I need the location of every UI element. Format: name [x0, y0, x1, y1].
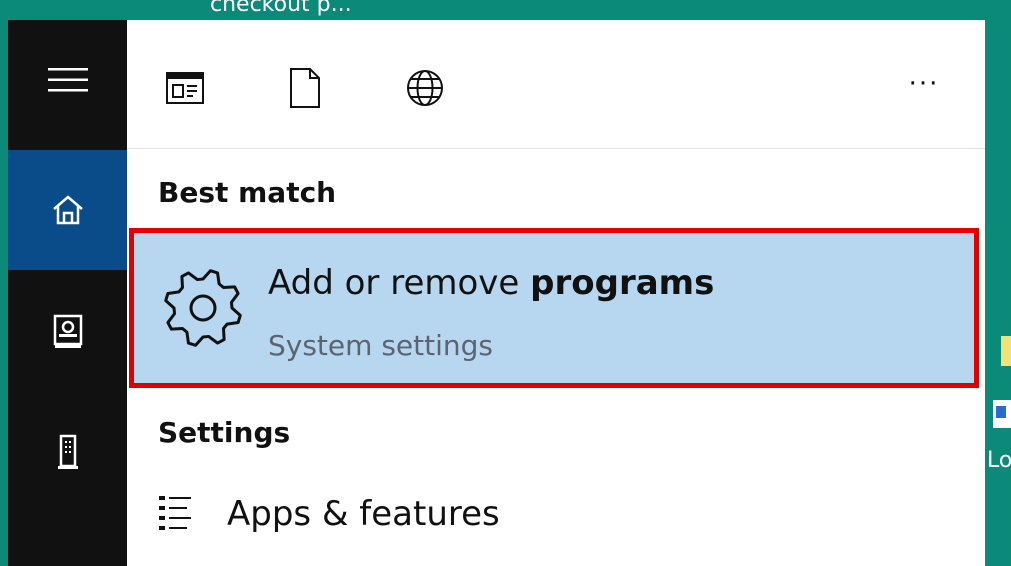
more-options-button[interactable]: ···: [899, 64, 949, 104]
tower-icon: [57, 434, 78, 469]
list-icon: [159, 496, 191, 530]
document-icon: [290, 68, 320, 108]
desktop-shortcut-icon[interactable]: [993, 400, 1011, 428]
search-nav-rail: [8, 20, 127, 566]
desktop-icon-label: Lo: [987, 448, 1011, 473]
nav-devices-button[interactable]: [8, 392, 127, 512]
nav-notebook-button[interactable]: [8, 272, 127, 392]
notebook-icon: [53, 314, 82, 348]
nav-menu-button[interactable]: [8, 20, 127, 140]
hamburger-icon: [47, 68, 88, 92]
filter-web-button[interactable]: [403, 66, 447, 110]
ellipsis-icon: ···: [908, 69, 940, 99]
gear-icon: [164, 269, 242, 347]
best-match-title-bold: programs: [530, 263, 715, 303]
filter-documents-button[interactable]: [283, 66, 327, 110]
desktop-top-strip: checkout p...: [0, 0, 1011, 20]
app-window-icon: [166, 72, 204, 104]
desktop-folder-icon: [1001, 336, 1011, 366]
settings-result-apps-features[interactable]: Apps & features: [127, 480, 985, 552]
apps-features-label: Apps & features: [227, 494, 500, 534]
best-match-title-prefix: Add or remove: [268, 263, 520, 303]
search-filter-toolbar: ···: [127, 20, 985, 149]
desktop-truncated-text: checkout p...: [210, 0, 352, 17]
globe-icon: [407, 70, 443, 106]
best-match-subtitle: System settings: [268, 329, 493, 362]
home-icon: [52, 195, 83, 225]
nav-home-button[interactable]: [8, 150, 127, 270]
best-match-result[interactable]: Add or remove programs System settings: [129, 228, 979, 388]
search-results-panel: ··· Best match Add or remove programs Sy…: [127, 20, 985, 566]
best-match-header: Best match: [158, 176, 337, 209]
desktop-right-edge: Lo: [985, 0, 1011, 566]
settings-header: Settings: [158, 416, 291, 449]
filter-apps-button[interactable]: [163, 66, 207, 110]
best-match-title: Add or remove programs: [268, 263, 714, 303]
